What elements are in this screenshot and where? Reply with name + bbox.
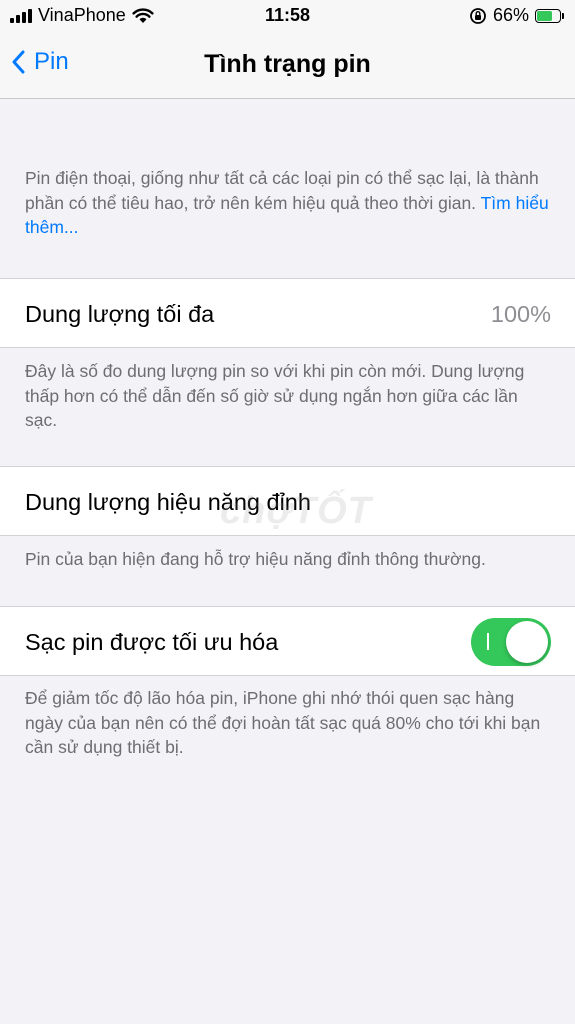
optimized-charging-label: Sạc pin được tối ưu hóa	[25, 629, 279, 655]
page-title: Tình trạng pin	[204, 50, 371, 78]
max-capacity-label: Dung lượng tối đa	[25, 301, 215, 327]
status-bar: VinaPhone 11:58 66%	[0, 0, 575, 32]
max-capacity-row: Dung lượng tối đa 100%	[0, 278, 575, 348]
battery-percent: 66%	[492, 5, 529, 25]
peak-performance-footnote: Pin của bạn hiện đang hỗ trợ hiệu năng đ…	[25, 549, 486, 569]
status-right: 66%	[469, 5, 564, 26]
intro-text: Pin điện thoại, giống như tất cả các loạ…	[25, 166, 553, 240]
max-capacity-footnote: Đây là số đo dung lượng pin so với khi p…	[25, 361, 525, 430]
intro-description: Pin điện thoại, giống như tất cả các loạ…	[25, 168, 539, 213]
battery-charging-icon	[535, 8, 564, 23]
watermark-logo: chợTỐT	[220, 490, 372, 532]
max-capacity-value: 100%	[490, 301, 551, 327]
optimized-charging-footnote: Để giảm tốc độ lão hóa pin, iPhone ghi n…	[25, 688, 541, 757]
optimized-charging-row: Sạc pin được tối ưu hóa	[0, 606, 575, 676]
optimized-charging-toggle[interactable]	[471, 618, 551, 666]
toggle-knob	[506, 621, 548, 663]
toggle-on-indicator	[487, 633, 489, 650]
battery-level-fill	[537, 10, 552, 21]
orientation-lock-icon	[470, 7, 486, 24]
navigation-bar: Pin Tình trạng pin	[0, 32, 575, 99]
